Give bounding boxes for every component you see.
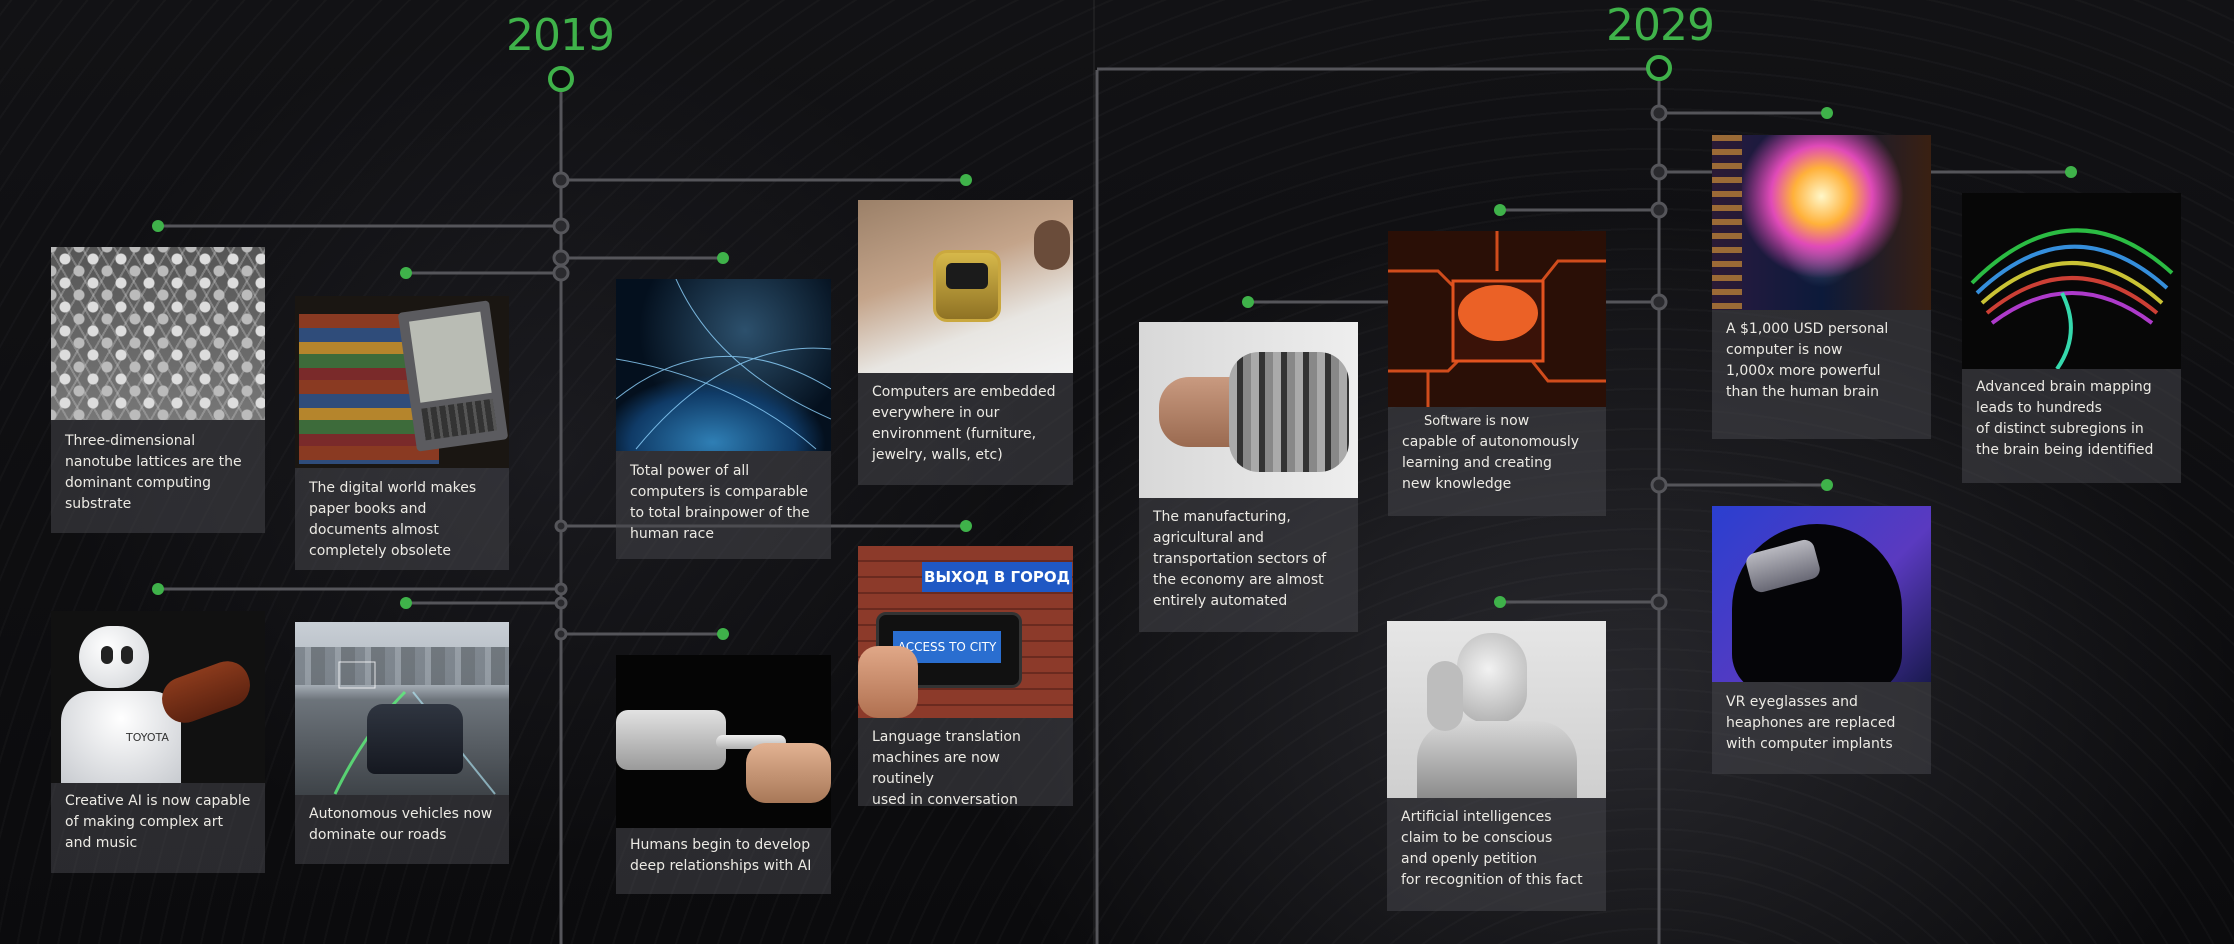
- toyota-logo-text: TOYOTA: [126, 731, 169, 744]
- thinking-android-image: [1387, 621, 1606, 798]
- smartwatch-image: [858, 200, 1073, 373]
- brain-tractography-image: [1962, 193, 2181, 369]
- card-books-caption: The digital world makes paper books and do…: [309, 480, 477, 559]
- robot-handshake-image: [1139, 322, 1358, 498]
- card-android: Artificial intelligences claim to be cons…: [1387, 621, 1606, 911]
- networked-earth-image: [616, 279, 831, 451]
- digital-head-image: [1712, 135, 1931, 310]
- card-brainmap: Advanced brain mapping leads to hundreds o…: [1962, 193, 2181, 483]
- card-chip-caption: Software is now capable of autonomously l…: [1402, 413, 1580, 492]
- card-touch: Humans begin to develop deep relationship…: [616, 655, 831, 894]
- card-books: The digital world makes paper books and do…: [295, 296, 509, 570]
- card-watch-caption: Computers are embedded everywhere in our e…: [872, 384, 1056, 463]
- card-graphene-caption: Three-dimensional nanotube lattices are t…: [65, 433, 242, 512]
- graphene-lattice-image: [51, 247, 265, 420]
- card-chip: Software is now capable of autonomously l…: [1388, 231, 1606, 516]
- phone-translation-image: ВЫХОД В ГОРОД ACCESS TO CITY: [858, 546, 1073, 718]
- card-earth-caption: Total power of all computers is comparabl…: [630, 463, 810, 542]
- robot-violinist-image: TOYOTA: [51, 611, 265, 783]
- card-implant-caption: VR eyeglasses and heaphones are replaced w…: [1726, 694, 1896, 752]
- card-car-caption: Autonomous vehicles now dominate our road…: [309, 806, 493, 843]
- card-touch-caption: Humans begin to develop deep relationship…: [630, 837, 812, 874]
- autonomous-car-image: [295, 622, 509, 795]
- robot-human-touch-image: [616, 655, 831, 828]
- card-robot-violin: TOYOTA Creative AI is now capable of maki…: [51, 611, 265, 873]
- card-android-caption: Artificial intelligences claim to be cons…: [1401, 809, 1583, 888]
- card-graphene: Three-dimensional nanotube lattices are t…: [51, 247, 265, 533]
- sign-text: ВЫХОД В ГОРОД: [922, 562, 1072, 592]
- card-robot-violin-caption: Creative AI is now capable of making comp…: [65, 793, 251, 851]
- card-watch: Computers are embedded everywhere in our e…: [858, 200, 1073, 485]
- brain-chip-image: [1388, 231, 1606, 407]
- books-image: [295, 296, 509, 468]
- card-handshake-caption: The manufacturing, agricultural and transp…: [1153, 509, 1327, 609]
- card-brainmap-caption: Advanced brain mapping leads to hundreds o…: [1976, 379, 2154, 458]
- card-handshake: The manufacturing, agricultural and transp…: [1139, 322, 1358, 632]
- card-implant: VR eyeglasses and heaphones are replaced w…: [1712, 506, 1931, 774]
- card-head-caption: A $1,000 USD personal computer is now 1,00…: [1726, 321, 1889, 400]
- card-translate-caption: Language translation machines are now rou…: [872, 729, 1021, 808]
- card-earth: Total power of all computers is comparabl…: [616, 279, 831, 559]
- head-implant-image: [1712, 506, 1931, 682]
- card-car: Autonomous vehicles now dominate our road…: [295, 622, 509, 864]
- year-2029-label: 2029: [1606, 0, 1715, 51]
- card-head: A $1,000 USD personal computer is now 1,00…: [1712, 135, 1931, 439]
- year-2019-label: 2019: [506, 10, 615, 61]
- card-translate: ВЫХОД В ГОРОД ACCESS TO CITY Language tr…: [858, 546, 1073, 808]
